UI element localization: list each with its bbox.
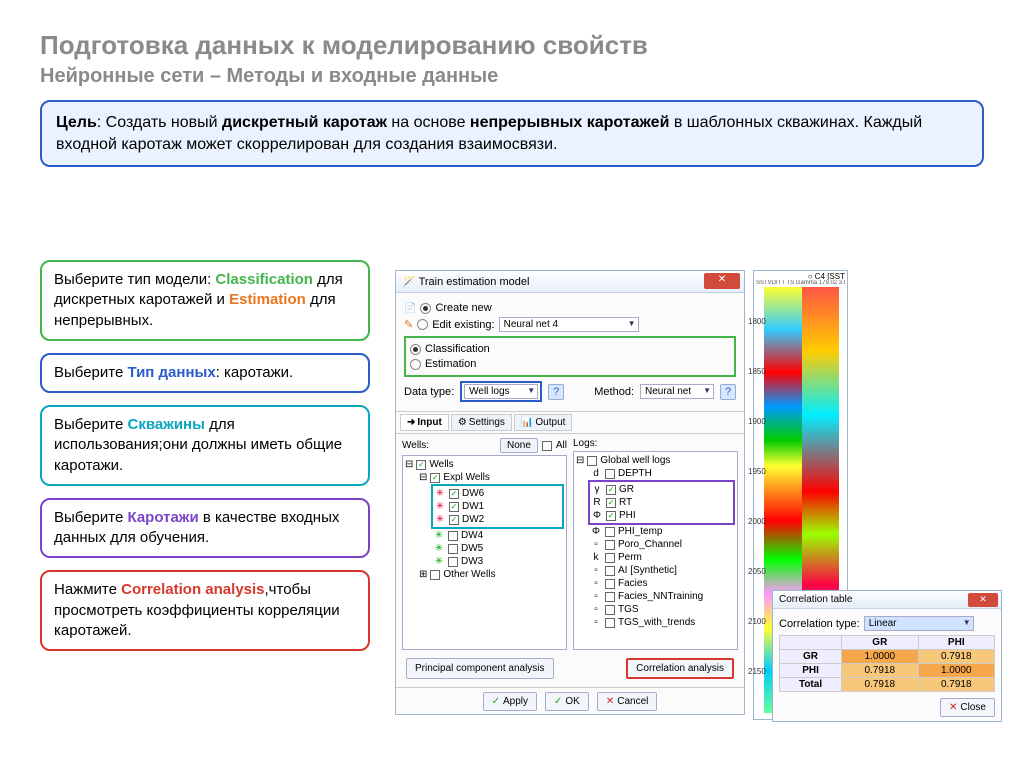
dialog-title-text: Train estimation model [419,276,530,288]
help-icon[interactable]: ? [720,384,736,400]
wells-none-button[interactable]: None [500,438,538,453]
datatype-select[interactable]: Well logs [464,384,538,399]
tab-settings[interactable]: Settings [451,414,512,431]
corr-titlebar[interactable]: Correlation table ✕ [773,591,1001,609]
goal-box: Цель: Создать новый дискретный каротаж н… [40,100,984,167]
arrow-icon: ➜ [407,417,415,428]
dialog-titlebar[interactable]: 🪄 Train estimation model ✕ [396,271,744,293]
cancel-button[interactable]: ✕Cancel [597,692,658,711]
tip-data-type: Выберите Тип данных: каротажи. [40,353,370,393]
close-icon[interactable]: ✕ [968,593,998,607]
help-icon[interactable]: ? [548,384,564,400]
wells-tree[interactable]: ⊟Wells ⊟Expl Wells ✳DW6 ✳DW1 ✳DW2 ✳DW4 ✳… [402,455,567,650]
track-meta: SSTVDITT TS Gamma 179.02 3.8457 Porosity… [756,280,845,286]
corr-type-select[interactable]: Linear [864,616,974,631]
model-type-group: Classification Estimation [404,336,736,377]
corr-type-label: Correlation type: [779,618,860,630]
goal-prefix: Цель [56,114,97,131]
datatype-label: Data type: [404,386,454,398]
correlation-table-dialog: Correlation table ✕ Correlation type: Li… [772,590,1002,722]
corr-title-text: Correlation table [779,594,852,605]
method-label: Method: [594,386,634,398]
radio-edit-existing[interactable] [417,319,428,330]
tip-wells: Выберите Скважины для использования;они … [40,405,370,486]
logs-tree[interactable]: ⊟Global well logs dDEPTH γGR RRT ΦPHI ΦP… [573,451,738,650]
close-icon[interactable]: ✕ [704,273,740,289]
corr-close-button[interactable]: ✕Close [940,698,995,717]
apply-button[interactable]: ✓Apply [483,692,537,711]
radio-create-new[interactable] [420,303,431,314]
tab-output[interactable]: 📊Output [514,414,572,431]
slide-title: Подготовка данных к моделированию свойст… [0,0,1024,61]
tip-correlation: Нажмите Correlation analysis,чтобы просм… [40,570,370,651]
checkbox-all-wells[interactable] [542,441,552,451]
slide-subtitle: Нейронные сети – Методы и входные данные [0,61,1024,88]
dialog-tabs: ➜Input Settings 📊Output [396,411,744,434]
create-new-label: Create new [435,302,491,314]
wand-icon: 🪄 [402,276,416,288]
doc-icon [404,302,416,314]
tip-logs: Выберите Каротажи в качестве входных дан… [40,498,370,559]
train-estimation-dialog: 🪄 Train estimation model ✕ Create new Ed… [395,270,745,715]
ok-button[interactable]: ✓OK [545,692,589,711]
wells-label: Wells: [402,440,429,451]
correlation-table: GRPHI GR1.00000.7918 PHI0.79181.0000 Tot… [779,635,995,692]
tip-model-type: Выберите тип модели: Classification для … [40,260,370,341]
logs-label: Logs: [573,438,597,449]
radio-classification[interactable] [410,344,421,355]
gear-icon [458,417,467,428]
edit-existing-select[interactable]: Neural net 4 [499,317,639,332]
correlation-analysis-button[interactable]: Correlation analysis [626,658,734,679]
chart-icon: 📊 [521,417,533,428]
edit-existing-label: Edit existing: [432,319,494,331]
method-select[interactable]: Neural net [640,384,714,399]
pca-button[interactable]: Principal component analysis [406,658,554,679]
tab-input[interactable]: ➜Input [400,414,449,431]
radio-estimation[interactable] [410,359,421,370]
pencil-icon [404,318,413,331]
